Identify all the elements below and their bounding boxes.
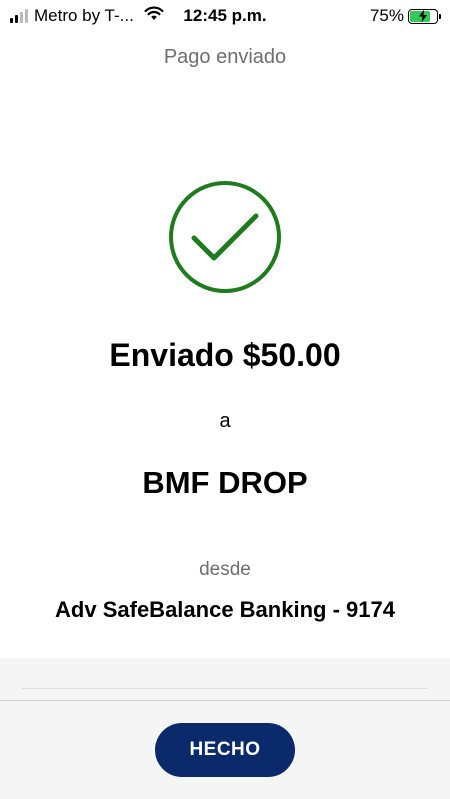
source-account: Adv SafeBalance Banking - 9174	[55, 597, 395, 622]
status-time: 12:45 p.m.	[183, 6, 267, 25]
status-bar: Metro by T-... 12:45 p.m. 75%	[0, 0, 450, 32]
status-left: Metro by T-...	[10, 6, 164, 26]
payment-sent-screen: Metro by T-... 12:45 p.m. 75% Pago envia…	[0, 0, 450, 799]
battery-charging-icon	[408, 8, 441, 24]
battery-percent: 75%	[369, 6, 404, 25]
divider	[22, 688, 428, 689]
wifi-icon	[144, 6, 164, 26]
divider	[0, 700, 450, 701]
recipient-name: BMF DROP	[142, 465, 308, 500]
bolt-icon	[419, 9, 427, 23]
from-label: desde	[199, 559, 251, 580]
sent-amount: Enviado $50.00	[109, 337, 341, 373]
page-title: Pago enviado	[163, 46, 287, 68]
to-label: a	[219, 410, 231, 432]
status-right: 75%	[369, 6, 441, 26]
check-circle-icon	[168, 180, 282, 294]
signal-icon	[10, 9, 28, 23]
done-button[interactable]: HECHO	[155, 723, 295, 777]
carrier-name: Metro by T-...	[34, 6, 134, 25]
footer-area: HECHO	[0, 658, 450, 799]
